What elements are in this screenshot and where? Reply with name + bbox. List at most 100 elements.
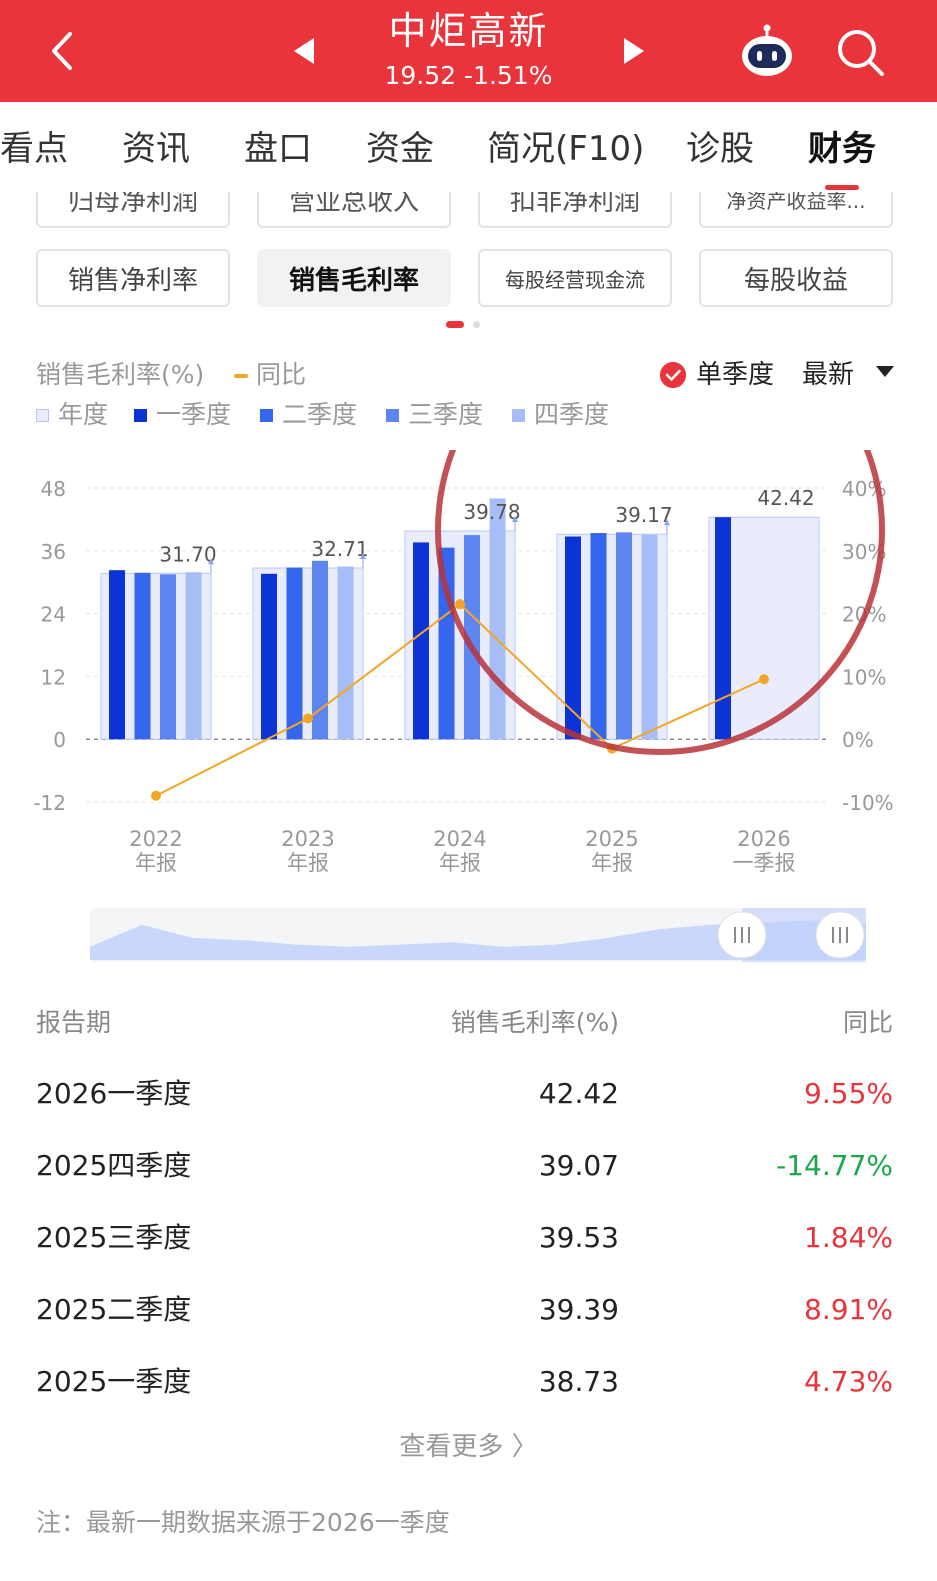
row-period: 2025四季度 [36, 1149, 192, 1182]
row-value: 42.42 [538, 1077, 619, 1110]
bar-value-label: 39.78 [463, 500, 520, 524]
legend-item-annual: 年度 [36, 398, 108, 432]
bar-value-label: 31.70 [159, 542, 216, 566]
legend-label: 三季度 [408, 400, 484, 429]
quarter-bar [616, 532, 632, 740]
row-value: 39.39 [538, 1293, 619, 1326]
legend-yoy: 同比 [234, 358, 306, 392]
bar-value-label: 32.71 [311, 537, 368, 561]
bar-value-label: 42.42 [757, 486, 814, 510]
quarter-bar [261, 573, 277, 740]
stock-change: -1.51% [464, 61, 553, 90]
bar-value-label: 39.17 [615, 503, 672, 527]
x-tick-label: 年报 [287, 851, 329, 875]
metric-eps-button[interactable]: 每股收益 [699, 249, 893, 307]
row-yoy: 8.91% [804, 1293, 893, 1326]
legend-swatch [260, 409, 273, 422]
search-icon[interactable] [834, 26, 886, 78]
y-tick-label: 0 [53, 728, 66, 752]
quarter-bar [641, 534, 658, 740]
chart-title: 销售毛利率(%) [36, 360, 205, 389]
quarter-bar [337, 566, 354, 740]
period-select[interactable]: 最新 [802, 358, 854, 392]
quarter-bar [160, 574, 176, 740]
metric-deducted-profit-button[interactable]: 扣非净利润 [478, 192, 672, 228]
y-tick-label: -12 [33, 791, 66, 815]
y-tick-label: 12 [41, 665, 66, 689]
legend-label: 四季度 [534, 400, 610, 429]
app-header: 中炬高新 19.52 -1.51% [0, 0, 937, 102]
legend-item-q4: 四季度 [512, 398, 609, 432]
table-row: 2025一季度 38.73 4.73% [0, 1346, 937, 1418]
yoy-point [455, 599, 465, 610]
yoy-point [151, 790, 161, 801]
tab-finance[interactable]: 财务 [808, 126, 876, 172]
quarter-bar [590, 533, 607, 740]
y-tick-label: 48 [41, 477, 66, 501]
quarter-bar [134, 572, 151, 740]
legend-item-q2: 二季度 [260, 398, 357, 432]
tab-news[interactable]: 资讯 [122, 126, 190, 172]
tab-profile-f10[interactable]: 简况(F10) [487, 126, 644, 172]
row-period: 2025二季度 [36, 1293, 192, 1326]
quarter-bar [565, 536, 581, 740]
metric-net-profit-button[interactable]: 归母净利润 [36, 192, 230, 228]
metric-op-cashflow-button[interactable]: 每股经营现金流 [478, 249, 672, 307]
legend-label: 年度 [58, 400, 109, 429]
legend-swatch [134, 409, 147, 422]
stock-price: 19.52 [384, 61, 457, 90]
table-header-yoy: 同比 [842, 1008, 893, 1037]
metric-roe-button[interactable]: 净资产收益率... [699, 192, 893, 228]
robot-assistant-icon[interactable] [738, 24, 796, 80]
metric-row-clipped: 归母净利润 营业总收入 扣非净利润 净资产收益率... [0, 192, 937, 230]
x-tick-label: 年报 [135, 851, 177, 875]
quarter-bar [109, 570, 125, 740]
table-row: 2026一季度 42.42 9.55% [0, 1058, 937, 1130]
table-row: 2025四季度 39.07 -14.77% [0, 1130, 937, 1202]
dropdown-caret-icon[interactable] [876, 366, 894, 377]
metric-gross-margin-button[interactable]: 销售毛利率 [257, 249, 451, 307]
quarter-bar [185, 572, 202, 740]
data-source-note: 注：最新一期数据来源于2026一季度 [36, 1508, 450, 1537]
tab-market[interactable]: 盘口 [244, 126, 312, 172]
row-period: 2025三季度 [36, 1221, 192, 1254]
tab-capital[interactable]: 资金 [366, 126, 434, 172]
metric-net-margin-button[interactable]: 销售净利率 [36, 249, 230, 307]
active-tab-indicator [825, 185, 859, 190]
tab-diagnosis[interactable]: 诊股 [686, 126, 754, 172]
page-dot [473, 321, 480, 328]
quarter-bar [286, 567, 303, 740]
legend-swatch [386, 409, 399, 422]
x-tick-label: 2026 [737, 827, 790, 851]
row-period: 2025一季度 [36, 1365, 192, 1398]
row-value: 39.53 [538, 1221, 619, 1254]
time-range-slider[interactable] [90, 908, 866, 962]
legend-label: 一季度 [156, 400, 232, 429]
check-icon[interactable] [660, 362, 686, 388]
table-header-margin: 销售毛利率(%) [450, 1008, 619, 1037]
legend-swatch [512, 409, 525, 422]
y2-tick-label: 10% [842, 665, 886, 689]
row-yoy: 4.73% [804, 1365, 893, 1398]
x-tick-label: 2025 [585, 827, 638, 851]
legend-swatch [36, 409, 49, 422]
y2-tick-label: 0% [842, 728, 874, 752]
yoy-point [303, 713, 313, 724]
metric-revenue-button[interactable]: 营业总收入 [257, 192, 451, 228]
x-tick-label: 2022 [129, 827, 182, 851]
y-tick-label: 24 [41, 603, 66, 627]
view-more-link[interactable]: 查看更多 〉 [0, 1430, 937, 1464]
next-stock-icon[interactable] [620, 36, 648, 66]
legend-item-q1: 一季度 [134, 398, 231, 432]
tab-highlights[interactable]: 看点 [0, 126, 68, 172]
x-tick-label: 2023 [281, 827, 334, 851]
x-tick-label: 一季报 [733, 851, 796, 875]
y-tick-label: 36 [41, 540, 66, 564]
single-quarter-toggle[interactable]: 单季度 [696, 358, 774, 392]
stock-quote: 19.52 -1.51% [0, 60, 937, 92]
legend-label: 二季度 [282, 400, 358, 429]
yoy-point [759, 674, 769, 685]
x-tick-label: 2024 [433, 827, 486, 851]
table-header-period: 报告期 [36, 1008, 112, 1037]
y2-tick-label: -10% [842, 791, 894, 815]
